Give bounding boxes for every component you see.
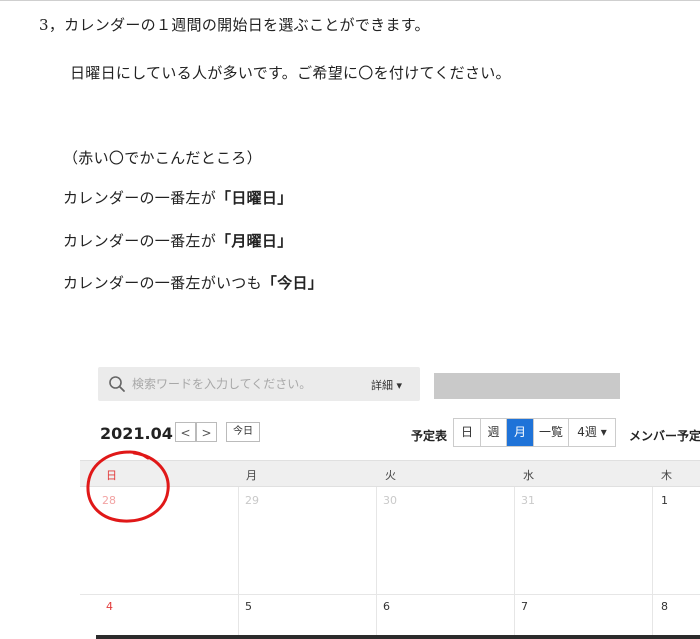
weekday-wed: 水 <box>523 469 534 482</box>
option-today: カレンダーの一番左がいつも「今日」 <box>63 272 323 293</box>
day-cell-number[interactable]: 8 <box>661 600 668 613</box>
view-4week-dropdown[interactable]: 4週 ▾ <box>569 419 615 446</box>
search-icon <box>109 376 125 392</box>
weekday-thu: 木 <box>661 469 672 482</box>
view-list-tab[interactable]: 一覧 <box>534 419 569 446</box>
view-day-tab[interactable]: 日 <box>454 419 481 446</box>
week-divider <box>80 594 700 595</box>
instruction-line: 日曜日にしている人が多いです。ご希望に〇を付けてください。 <box>70 64 511 82</box>
option-value: 「日曜日」 <box>216 189 293 207</box>
option-prefix: カレンダーの一番左が <box>63 232 217 250</box>
view-week-tab[interactable]: 週 <box>481 419 507 446</box>
day-cell-number[interactable]: 4 <box>106 600 113 613</box>
grid-divider <box>238 487 239 639</box>
day-cell-number[interactable]: 31 <box>521 494 535 507</box>
today-button[interactable]: 今日 <box>226 422 260 442</box>
day-cell-number[interactable]: 6 <box>383 600 390 613</box>
option-prefix: カレンダーの一番左が <box>63 189 217 207</box>
next-month-button[interactable]: > <box>196 422 217 442</box>
weekday-mon: 月 <box>246 469 257 482</box>
option-prefix: カレンダーの一番左がいつも <box>63 274 262 292</box>
day-cell-number[interactable]: 1 <box>661 494 668 507</box>
section-heading: 3，カレンダーの１週間の開始日を選ぶことができます。 <box>39 16 430 34</box>
prev-month-button[interactable]: < <box>175 422 196 442</box>
grid-divider <box>376 487 377 639</box>
option-sunday: カレンダーの一番左が「日曜日」 <box>63 187 293 208</box>
current-month-label: 2021.04 <box>100 424 173 443</box>
view-switcher: 日 週 月 一覧 4週 ▾ <box>453 418 616 447</box>
grid-divider <box>652 487 653 639</box>
day-cell-number[interactable]: 7 <box>521 600 528 613</box>
red-circle-annotation <box>86 450 170 523</box>
schedule-label: 予定表 <box>411 429 448 443</box>
day-cell-number[interactable]: 29 <box>245 494 259 507</box>
grid-divider <box>514 487 515 639</box>
option-value: 「月曜日」 <box>216 232 293 250</box>
day-cell-number[interactable]: 30 <box>383 494 397 507</box>
weekday-tue: 火 <box>385 469 396 482</box>
bottom-rule <box>96 635 700 639</box>
top-rule <box>0 0 700 1</box>
day-cell-number[interactable]: 5 <box>245 600 252 613</box>
option-monday: カレンダーの一番左が「月曜日」 <box>63 230 293 251</box>
option-value: 「今日」 <box>261 274 324 292</box>
detail-dropdown[interactable]: 詳細 ▾ <box>371 377 402 393</box>
placeholder-bar <box>434 373 620 399</box>
member-schedule-tab[interactable]: メンバー予定 <box>629 427 700 444</box>
note-line: （赤い〇でかこんだところ） <box>63 149 262 167</box>
view-month-tab[interactable]: 月 <box>507 419 534 446</box>
search-box[interactable]: 詳細 ▾ <box>98 367 420 401</box>
search-input[interactable] <box>132 373 372 395</box>
